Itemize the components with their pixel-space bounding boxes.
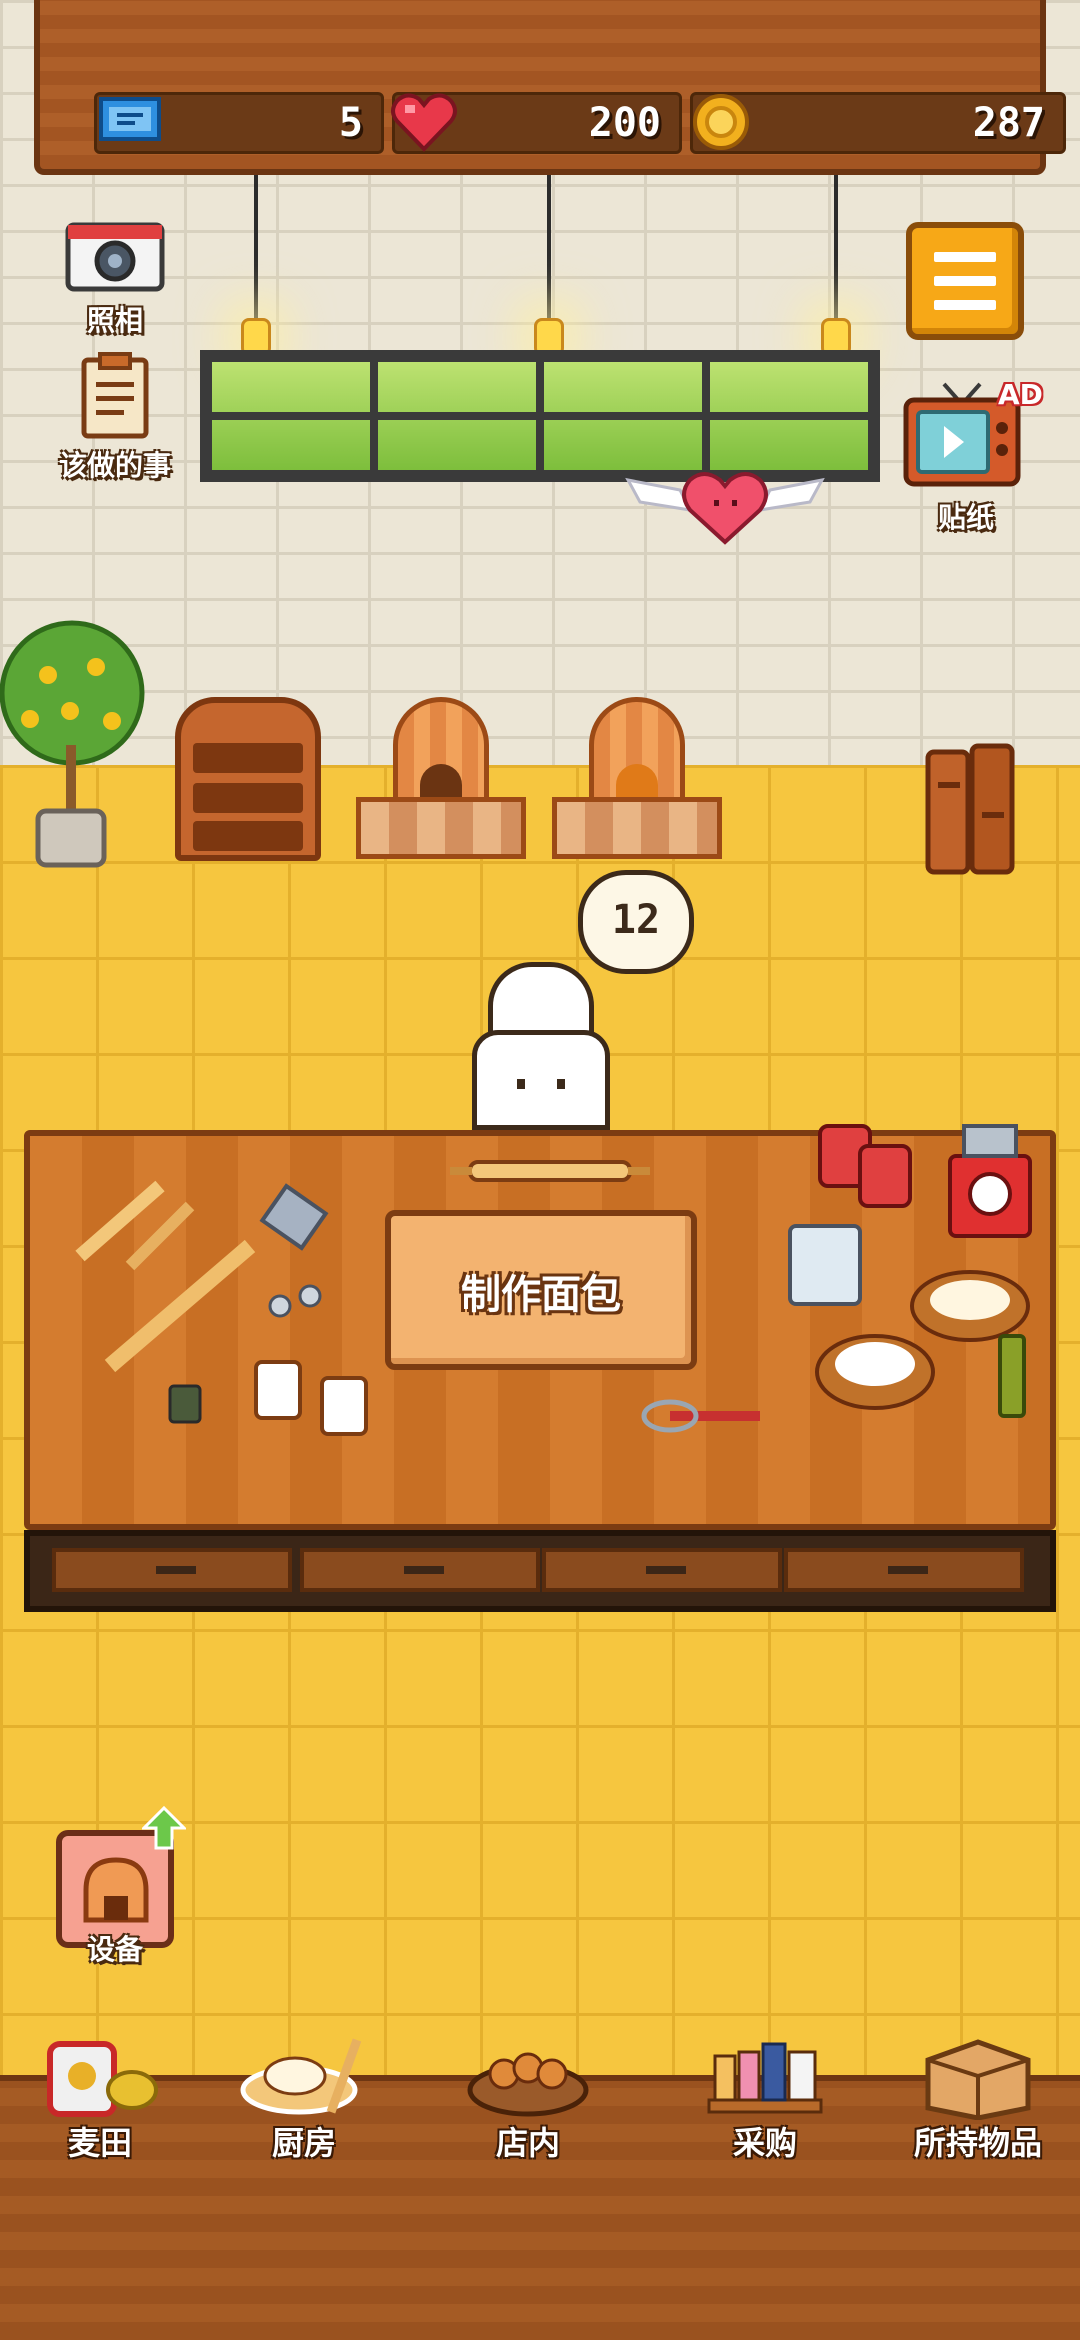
nav-inventory-label: 所持物品	[913, 2124, 1042, 2162]
sticker-label: 贴纸	[937, 501, 994, 534]
baking-tools-icon	[75, 1180, 368, 1436]
cardboard-box-icon	[925, 2039, 1031, 2120]
nav-shop[interactable]: 店内	[438, 2030, 618, 2170]
make-bread-button[interactable]: 制作面包	[385, 1210, 697, 1370]
drawer	[52, 1548, 292, 1592]
coin-icon	[693, 94, 749, 150]
drawer	[542, 1548, 782, 1592]
winged-heart-icon[interactable]	[620, 450, 830, 550]
upgrade-arrow-icon	[142, 1806, 186, 1850]
coin-counter: 287	[690, 92, 1066, 154]
equipment-label: 设备	[86, 1933, 143, 1966]
lamp-cord	[547, 175, 551, 325]
shelf-goods-icon	[707, 2042, 823, 2114]
ticket-counter: 5	[94, 92, 384, 154]
lamp-cord	[834, 175, 838, 325]
hamburger-menu-icon	[934, 252, 996, 262]
stats-board: 5 200 287	[34, 0, 1066, 175]
oven-icon	[83, 1857, 149, 1923]
potted-orange-tree	[0, 620, 145, 868]
nav-wheat-field[interactable]: 麦田	[10, 2030, 190, 2170]
camera-icon	[65, 222, 165, 292]
todo-button[interactable]: 该做的事	[40, 350, 190, 484]
lamp-cord	[254, 175, 258, 325]
nav-inventory[interactable]: 所持物品	[888, 2030, 1068, 2170]
oven-left[interactable]	[356, 697, 526, 867]
ticket-count: 5	[338, 100, 363, 146]
nav-kitchen-label: 厨房	[271, 2124, 336, 2162]
drawer	[300, 1548, 540, 1592]
bread-basket-icon	[467, 2052, 589, 2117]
heart-counter: 200	[391, 92, 682, 154]
nav-shop-label: 店内	[495, 2124, 560, 2162]
rolling-pin-icon	[450, 1160, 650, 1182]
oven-timer-bubble: 12	[578, 870, 694, 974]
wheat-bag-icon	[47, 2041, 158, 2117]
nav-kitchen[interactable]: 厨房	[214, 2030, 394, 2170]
chef-character[interactable]	[472, 1030, 610, 1130]
clipboard-icon	[81, 352, 149, 439]
oven-right[interactable]	[552, 697, 722, 867]
heart-icon	[391, 93, 457, 152]
make-bread-label: 制作面包	[461, 1272, 621, 1318]
heart-count: 200	[588, 100, 661, 146]
table-drawers	[24, 1530, 1056, 1612]
oven-timer-value: 12	[611, 897, 661, 943]
nav-wheat-field-label: 麦田	[67, 2124, 132, 2162]
bread-rack[interactable]	[175, 697, 321, 861]
nav-purchase[interactable]: 采购	[675, 2030, 855, 2170]
firewood-stack	[925, 743, 1015, 875]
nav-purchase-label: 采购	[732, 2124, 797, 2162]
coin-count: 287	[972, 100, 1045, 146]
ad-badge: AD	[998, 378, 1043, 411]
drawer	[784, 1548, 1024, 1592]
main-menu-button[interactable]	[906, 222, 1024, 340]
sticker-button[interactable]: AD 贴纸	[896, 378, 1043, 536]
todo-label: 该做的事	[58, 449, 171, 482]
camera-label: 照相	[86, 304, 143, 337]
camera-button[interactable]: 照相	[52, 215, 178, 339]
dough-board-icon	[240, 2038, 362, 2115]
ticket-icon	[99, 97, 161, 141]
